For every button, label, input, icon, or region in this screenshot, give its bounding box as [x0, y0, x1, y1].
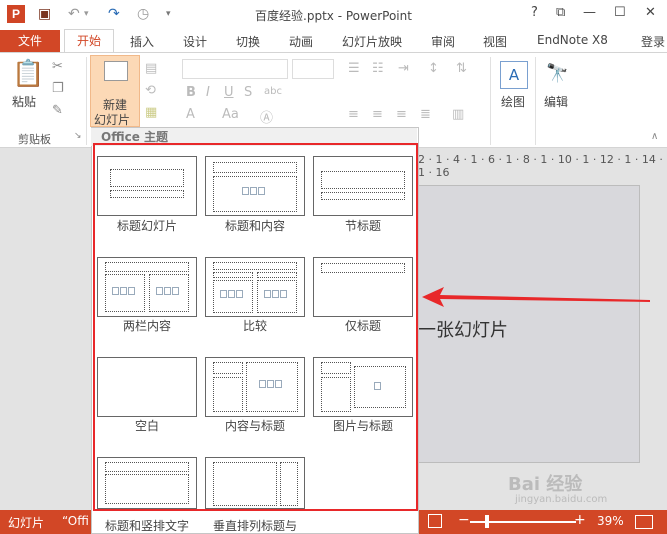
horizontal-ruler: 2 · 1 · 4 · 1 · 6 · 1 · 8 · 1 · 10 · 1 ·… [418, 153, 663, 179]
change-case-icon[interactable]: abc [264, 86, 282, 97]
font-color-icon[interactable]: A [186, 107, 195, 122]
clipboard-launcher-icon[interactable]: ↘ [74, 131, 82, 141]
ribbon-separator [490, 57, 491, 145]
underline-icon[interactable]: U [224, 85, 234, 100]
paste-icon[interactable]: 📋 [12, 59, 44, 89]
zoom-out-button[interactable]: − [458, 512, 470, 528]
section-icon[interactable]: ▦ [145, 105, 157, 120]
tab-insert[interactable]: 插入 [130, 33, 154, 50]
font-name-box[interactable] [182, 59, 288, 79]
watermark-logo: Bai 经验 [508, 474, 583, 495]
zoom-in-button[interactable]: + [574, 512, 586, 528]
font-size-box[interactable] [292, 59, 334, 79]
editing-button-label[interactable]: 编辑 [544, 93, 568, 110]
ribbon-display-options-button[interactable]: ⧉ [556, 5, 565, 20]
red-arrow-annotation [422, 287, 650, 307]
paste-button-label[interactable]: 粘贴 [12, 93, 36, 110]
align-center-icon[interactable]: ≡ [372, 107, 383, 122]
find-icon[interactable]: 🔭 [546, 63, 568, 84]
ribbon-separator [535, 57, 536, 145]
tab-endnote[interactable]: EndNote X8 [537, 33, 608, 47]
tab-file[interactable]: 文件 [0, 30, 60, 52]
tab-home[interactable]: 开始 [64, 29, 114, 53]
tab-review[interactable]: 审阅 [431, 33, 455, 50]
format-painter-icon[interactable]: ✎ [52, 103, 63, 118]
drawing-button-label[interactable]: 绘图 [501, 93, 525, 110]
minimize-button[interactable]: — [583, 5, 596, 20]
collapse-ribbon-icon[interactable]: ∧ [651, 131, 658, 142]
columns-icon[interactable]: ▥ [452, 107, 464, 122]
layout-label: 标题和竖排文字 [104, 519, 189, 533]
drawing-icon[interactable]: A [500, 61, 528, 89]
new-slide-label-2: 幻灯片 [94, 113, 131, 127]
text-direction-icon[interactable]: ⇅ [456, 61, 467, 76]
slide-text[interactable]: 一张幻灯片 [418, 316, 508, 342]
tab-animations[interactable]: 动画 [289, 33, 313, 50]
status-slide-label: 幻灯片 [8, 516, 45, 530]
fit-to-window-icon[interactable] [635, 515, 653, 529]
clear-format-icon[interactable]: Ⓐ [260, 107, 273, 126]
bullets-icon[interactable]: ☰ [348, 61, 360, 76]
align-right-icon[interactable]: ≡ [396, 107, 407, 122]
help-button[interactable]: ? [531, 5, 538, 20]
tab-slideshow[interactable]: 幻灯片放映 [342, 33, 402, 50]
new-slide-button[interactable]: 新建 幻灯片 [90, 55, 140, 127]
tab-transitions[interactable]: 切换 [236, 33, 260, 50]
cut-icon[interactable]: ✂ [52, 59, 63, 74]
login-link[interactable]: 登录 [641, 33, 665, 50]
title-bar: P ▣ ↶ ▾ ↷ ◷ ▾ 百度经验.pptx - PowerPoint ? ⧉… [0, 0, 667, 30]
status-theme-label: “Offi [62, 514, 89, 528]
tab-view[interactable]: 视图 [483, 33, 507, 50]
new-slide-icon [104, 61, 128, 81]
zoom-slider-thumb[interactable] [485, 515, 489, 528]
tab-design[interactable]: 设计 [183, 33, 207, 50]
justify-icon[interactable]: ≣ [420, 107, 431, 122]
numbering-icon[interactable]: ☷ [372, 61, 384, 76]
layout-icon[interactable]: ▤ [145, 61, 157, 76]
maximize-button[interactable]: ☐ [614, 5, 626, 20]
layout-label: 垂直排列标题与 [212, 519, 297, 533]
copy-icon[interactable]: ❐ [52, 81, 64, 96]
window-title: 百度经验.pptx - PowerPoint [255, 9, 412, 23]
italic-icon[interactable]: I [206, 85, 210, 100]
ribbon-separator [86, 57, 87, 145]
watermark-url: jingyan.baidu.com [515, 494, 608, 505]
char-spacing-icon[interactable]: Aa [222, 107, 239, 122]
reset-icon[interactable]: ⟲ [145, 83, 156, 98]
clipboard-group-label: 剪贴板 [18, 133, 51, 146]
slide-view-icon[interactable] [428, 514, 442, 528]
strikethrough-icon[interactable]: S [244, 85, 252, 100]
close-button[interactable]: ✕ [645, 5, 656, 20]
align-left-icon[interactable]: ≡ [348, 107, 359, 122]
zoom-level[interactable]: 39% [597, 514, 624, 528]
bold-icon[interactable]: B [186, 85, 196, 100]
highlight-box-annotation [93, 143, 418, 511]
indent-icon[interactable]: ⇥ [398, 61, 409, 76]
line-spacing-icon[interactable]: ↕ [428, 61, 439, 76]
